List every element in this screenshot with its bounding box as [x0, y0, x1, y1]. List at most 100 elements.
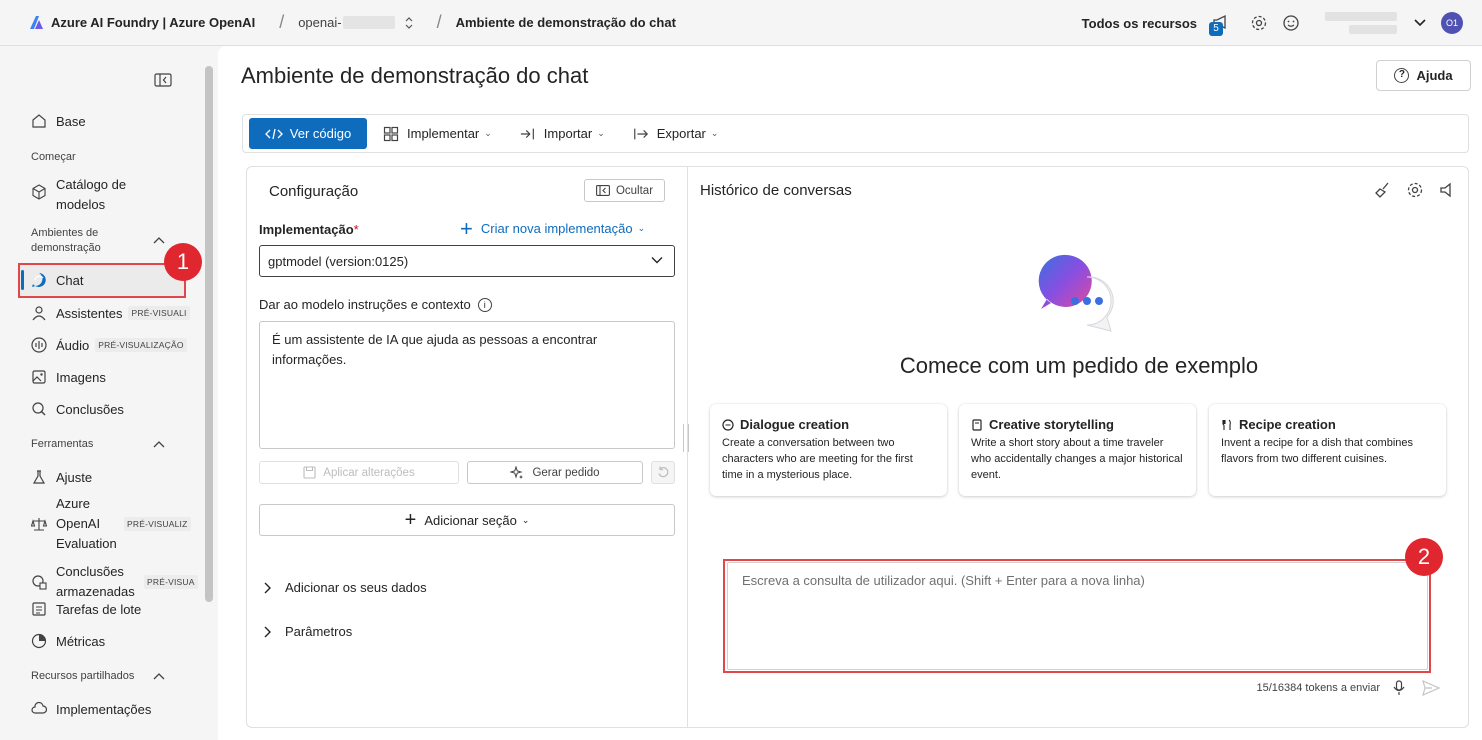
sidebar-item-images[interactable]: Imagens	[30, 368, 106, 386]
sample-prompt-card[interactable]: Creative storytelling Write a short stor…	[959, 404, 1196, 496]
apply-changes-label: Aplicar alterações	[323, 466, 415, 479]
send-button[interactable]	[1422, 680, 1440, 696]
help-button[interactable]: ? Ajuda	[1376, 60, 1471, 91]
chat-panel: Histórico de conversas Comece com um ped…	[687, 166, 1469, 728]
info-icon[interactable]: i	[477, 297, 492, 312]
create-deployment-link[interactable]: + Criar nova implementação ⌄	[460, 218, 645, 240]
create-deployment-label: Criar nova implementação	[480, 221, 633, 236]
all-resources-link[interactable]: Todos os recursos	[1082, 16, 1197, 31]
add-section-button[interactable]: + Adicionar seção ⌄	[259, 504, 675, 536]
sidebar-item-batch-jobs[interactable]: Tarefas de lote	[30, 600, 141, 618]
sidebar-item-assistants[interactable]: Assistentes PRÉ-VISUALI	[30, 304, 190, 322]
sidebar-item-label: Áudio	[56, 337, 90, 353]
section-playgrounds: Ambientes de demonstração	[31, 227, 101, 254]
broom-icon	[1375, 182, 1389, 198]
deploy-label: Implementar	[407, 126, 480, 141]
clear-chat-button[interactable]	[1374, 181, 1392, 199]
chevron-up-icon[interactable]	[152, 671, 166, 681]
scale-icon	[30, 515, 48, 533]
code-icon	[264, 128, 283, 139]
import-menu[interactable]: Importar ⌄	[520, 126, 605, 142]
settings-button[interactable]	[1249, 13, 1269, 33]
resource-selector[interactable]: openai-	[298, 15, 413, 30]
chevron-up-icon[interactable]	[152, 235, 166, 245]
deploy-menu[interactable]: Implementar ⌄	[383, 126, 492, 142]
step-marker-1: 1	[164, 243, 202, 281]
deployment-value: gptmodel (version:0125)	[268, 253, 409, 269]
breadcrumb-separator: /	[436, 12, 442, 32]
add-data-label: Adicionar os seus dados	[285, 580, 427, 595]
main-content: Ambiente de demonstração do chat ? Ajuda…	[218, 46, 1482, 740]
chevron-up-icon[interactable]	[152, 439, 166, 449]
hide-button[interactable]: Ocultar	[584, 179, 665, 202]
completions-icon	[30, 400, 48, 418]
help-label: Ajuda	[1416, 68, 1453, 83]
section-start: Começar	[31, 151, 76, 163]
export-icon	[633, 126, 649, 142]
user-info-redacted[interactable]	[1321, 9, 1397, 37]
card-description: Create a conversation between two charac…	[722, 437, 913, 481]
sidebar-scrollbar[interactable]	[205, 66, 213, 602]
chevron-down-icon: ⌄	[597, 128, 605, 138]
sidebar-item-label: Conclusões armazenadas	[56, 564, 135, 599]
smiley-icon	[1283, 15, 1299, 31]
sidebar: Base Começar Catálogo de modelos Ambient…	[2, 57, 202, 740]
avatar[interactable]: O1	[1441, 12, 1463, 34]
chevron-down-icon: ⌄	[484, 128, 492, 138]
token-counter: 15/16384 tokens a enviar	[1256, 682, 1380, 694]
active-indicator	[21, 270, 24, 290]
sidebar-item-label: Conclusões	[56, 401, 124, 417]
sidebar-item-label: Base	[56, 113, 86, 129]
generate-prompt-button[interactable]: Gerar pedido	[467, 461, 643, 484]
sparkle-icon	[510, 465, 524, 479]
sidebar-item-base[interactable]: Base	[30, 112, 86, 130]
add-data-expander[interactable]: Adicionar os seus dados	[263, 580, 427, 595]
deployment-label: Implementação*	[259, 222, 359, 237]
deployment-select[interactable]: gptmodel (version:0125)	[259, 245, 675, 277]
export-label: Exportar	[656, 126, 706, 141]
chevron-right-icon	[264, 582, 271, 593]
sidebar-item-audio[interactable]: Áudio PRÉ-VISUALIZAÇÃO	[30, 336, 187, 354]
updown-chevron-icon	[405, 16, 413, 29]
sidebar-item-label: Assistentes	[56, 305, 123, 321]
announcements-button[interactable]: 5	[1209, 12, 1233, 36]
azure-logo-icon	[30, 15, 43, 29]
collapse-sidebar-icon[interactable]	[154, 73, 172, 87]
sidebar-item-model-catalog[interactable]: Catálogo de modelos	[30, 175, 148, 215]
step-marker-2: 2	[1405, 538, 1443, 576]
card-title: Dialogue creation	[740, 417, 850, 432]
parameters-expander[interactable]: Parâmetros	[263, 624, 352, 639]
sidebar-item-deployments[interactable]: Implementações	[30, 700, 151, 718]
speaker-icon	[1440, 182, 1451, 198]
view-code-button[interactable]: Ver código	[249, 118, 367, 149]
chevron-down-icon	[651, 257, 663, 264]
sample-prompt-card[interactable]: Recipe creation Invent a recipe for a di…	[1209, 404, 1446, 496]
sidebar-item-fine-tuning[interactable]: Ajuste	[30, 468, 92, 486]
chat-icon	[30, 271, 48, 289]
sidebar-item-metrics[interactable]: Métricas	[30, 632, 105, 650]
account-chevron-down-icon[interactable]	[1413, 16, 1427, 31]
microphone-button[interactable]	[1392, 680, 1406, 696]
sidebar-item-completions[interactable]: Conclusões	[30, 400, 124, 418]
apply-changes-button[interactable]: Aplicar alterações	[259, 461, 459, 484]
feedback-button[interactable]	[1281, 13, 1301, 33]
sidebar-item-label: Azure OpenAI Evaluation	[56, 496, 117, 551]
brand-title[interactable]: Azure AI Foundry | Azure OpenAI	[51, 15, 255, 30]
sidebar-item-stored-completions[interactable]: Conclusões armazenadas PRÉ-VISUA	[30, 562, 198, 602]
chat-settings-button[interactable]	[1406, 181, 1424, 199]
image-icon	[30, 368, 48, 386]
sidebar-item-evaluation[interactable]: Azure OpenAI Evaluation PRÉ-VISUALIZ	[30, 494, 191, 554]
system-message-textarea[interactable]: É um assistente de IA que ajuda as pesso…	[259, 321, 675, 449]
question-icon: ?	[1394, 68, 1410, 83]
sample-prompt-card[interactable]: Dialogue creation Create a conversation …	[710, 404, 947, 496]
sidebar-item-chat[interactable]: Chat	[30, 271, 83, 289]
reset-button[interactable]	[651, 461, 675, 484]
chat-input[interactable]: Escreva a consulta de utilizador aqui. (…	[727, 562, 1428, 670]
preview-badge: PRÉ-VISUALI	[128, 306, 190, 320]
chevron-down-icon: ⌄	[710, 128, 719, 138]
chat-bubble-icon	[722, 418, 734, 431]
sidebar-item-label: Ajuste	[56, 469, 93, 485]
speaker-button[interactable]	[1438, 181, 1456, 199]
export-menu[interactable]: Exportar ⌄	[633, 126, 719, 142]
assistant-icon	[30, 304, 48, 322]
